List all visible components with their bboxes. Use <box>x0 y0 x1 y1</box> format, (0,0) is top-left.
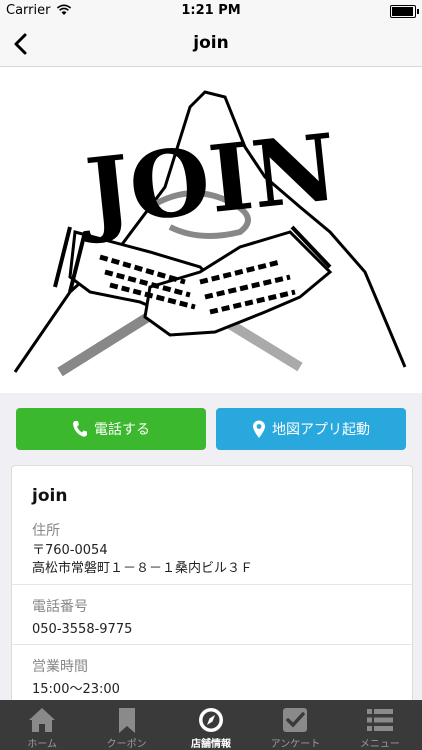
phone-icon <box>73 421 87 437</box>
map-pin-icon <box>253 420 265 438</box>
open-map-button[interactable]: 地図アプリ起動 <box>216 408 406 450</box>
tab-bar: ホーム クーポン 店舗情報 アンケート メニュー <box>0 700 422 750</box>
tab-label: メニュー <box>359 739 400 750</box>
open-map-button-label: 地図アプリ起動 <box>272 422 370 438</box>
shop-name: join <box>32 486 68 506</box>
svg-text:JOIN: JOIN <box>74 113 342 247</box>
phone-label: 電話番号 <box>32 599 88 615</box>
shop-info-card: join 住所 〒760-0054 高松市常磐町１－８－１桑内ビル３Ｆ 電話番号… <box>11 465 413 707</box>
bookmark-icon <box>118 708 135 733</box>
tab-label: ホーム <box>27 739 58 750</box>
tab-coupon[interactable]: クーポン <box>84 700 168 750</box>
tab-survey[interactable]: アンケート <box>253 700 337 750</box>
divider <box>12 644 412 645</box>
postal-code: 〒760-0054 <box>32 543 108 558</box>
call-button[interactable]: 電話する <box>16 408 206 450</box>
tab-shop-info[interactable]: 店舗情報 <box>169 700 253 750</box>
home-icon <box>29 708 56 732</box>
tab-home[interactable]: ホーム <box>0 700 84 750</box>
list-icon <box>366 709 393 731</box>
tab-label: 店舗情報 <box>191 739 232 750</box>
battery-icon <box>390 5 419 18</box>
hours-value: 15:00〜23:00 <box>32 682 120 697</box>
compass-icon <box>199 708 224 732</box>
tab-label: クーポン <box>106 739 147 750</box>
call-button-label: 電話する <box>94 422 150 438</box>
action-buttons: 電話する 地図アプリ起動 <box>16 408 406 450</box>
checkbox-icon <box>283 708 308 732</box>
address-label: 住所 <box>32 523 60 539</box>
divider <box>12 584 412 585</box>
address-value[interactable]: 高松市常磐町１－８－１桑内ビル３Ｆ <box>32 560 253 578</box>
shop-logo-image: JOIN <box>0 67 422 393</box>
clock: 1:21 PM <box>181 3 241 18</box>
navigation-bar: join <box>0 22 422 67</box>
tab-menu[interactable]: メニュー <box>338 700 422 750</box>
page-title: join <box>193 33 229 53</box>
tab-label: アンケート <box>270 739 321 750</box>
status-bar: Carrier 1:21 PM <box>0 0 422 22</box>
hours-label: 営業時間 <box>32 659 88 675</box>
phone-number[interactable]: 050-3558-9775 <box>32 621 132 639</box>
